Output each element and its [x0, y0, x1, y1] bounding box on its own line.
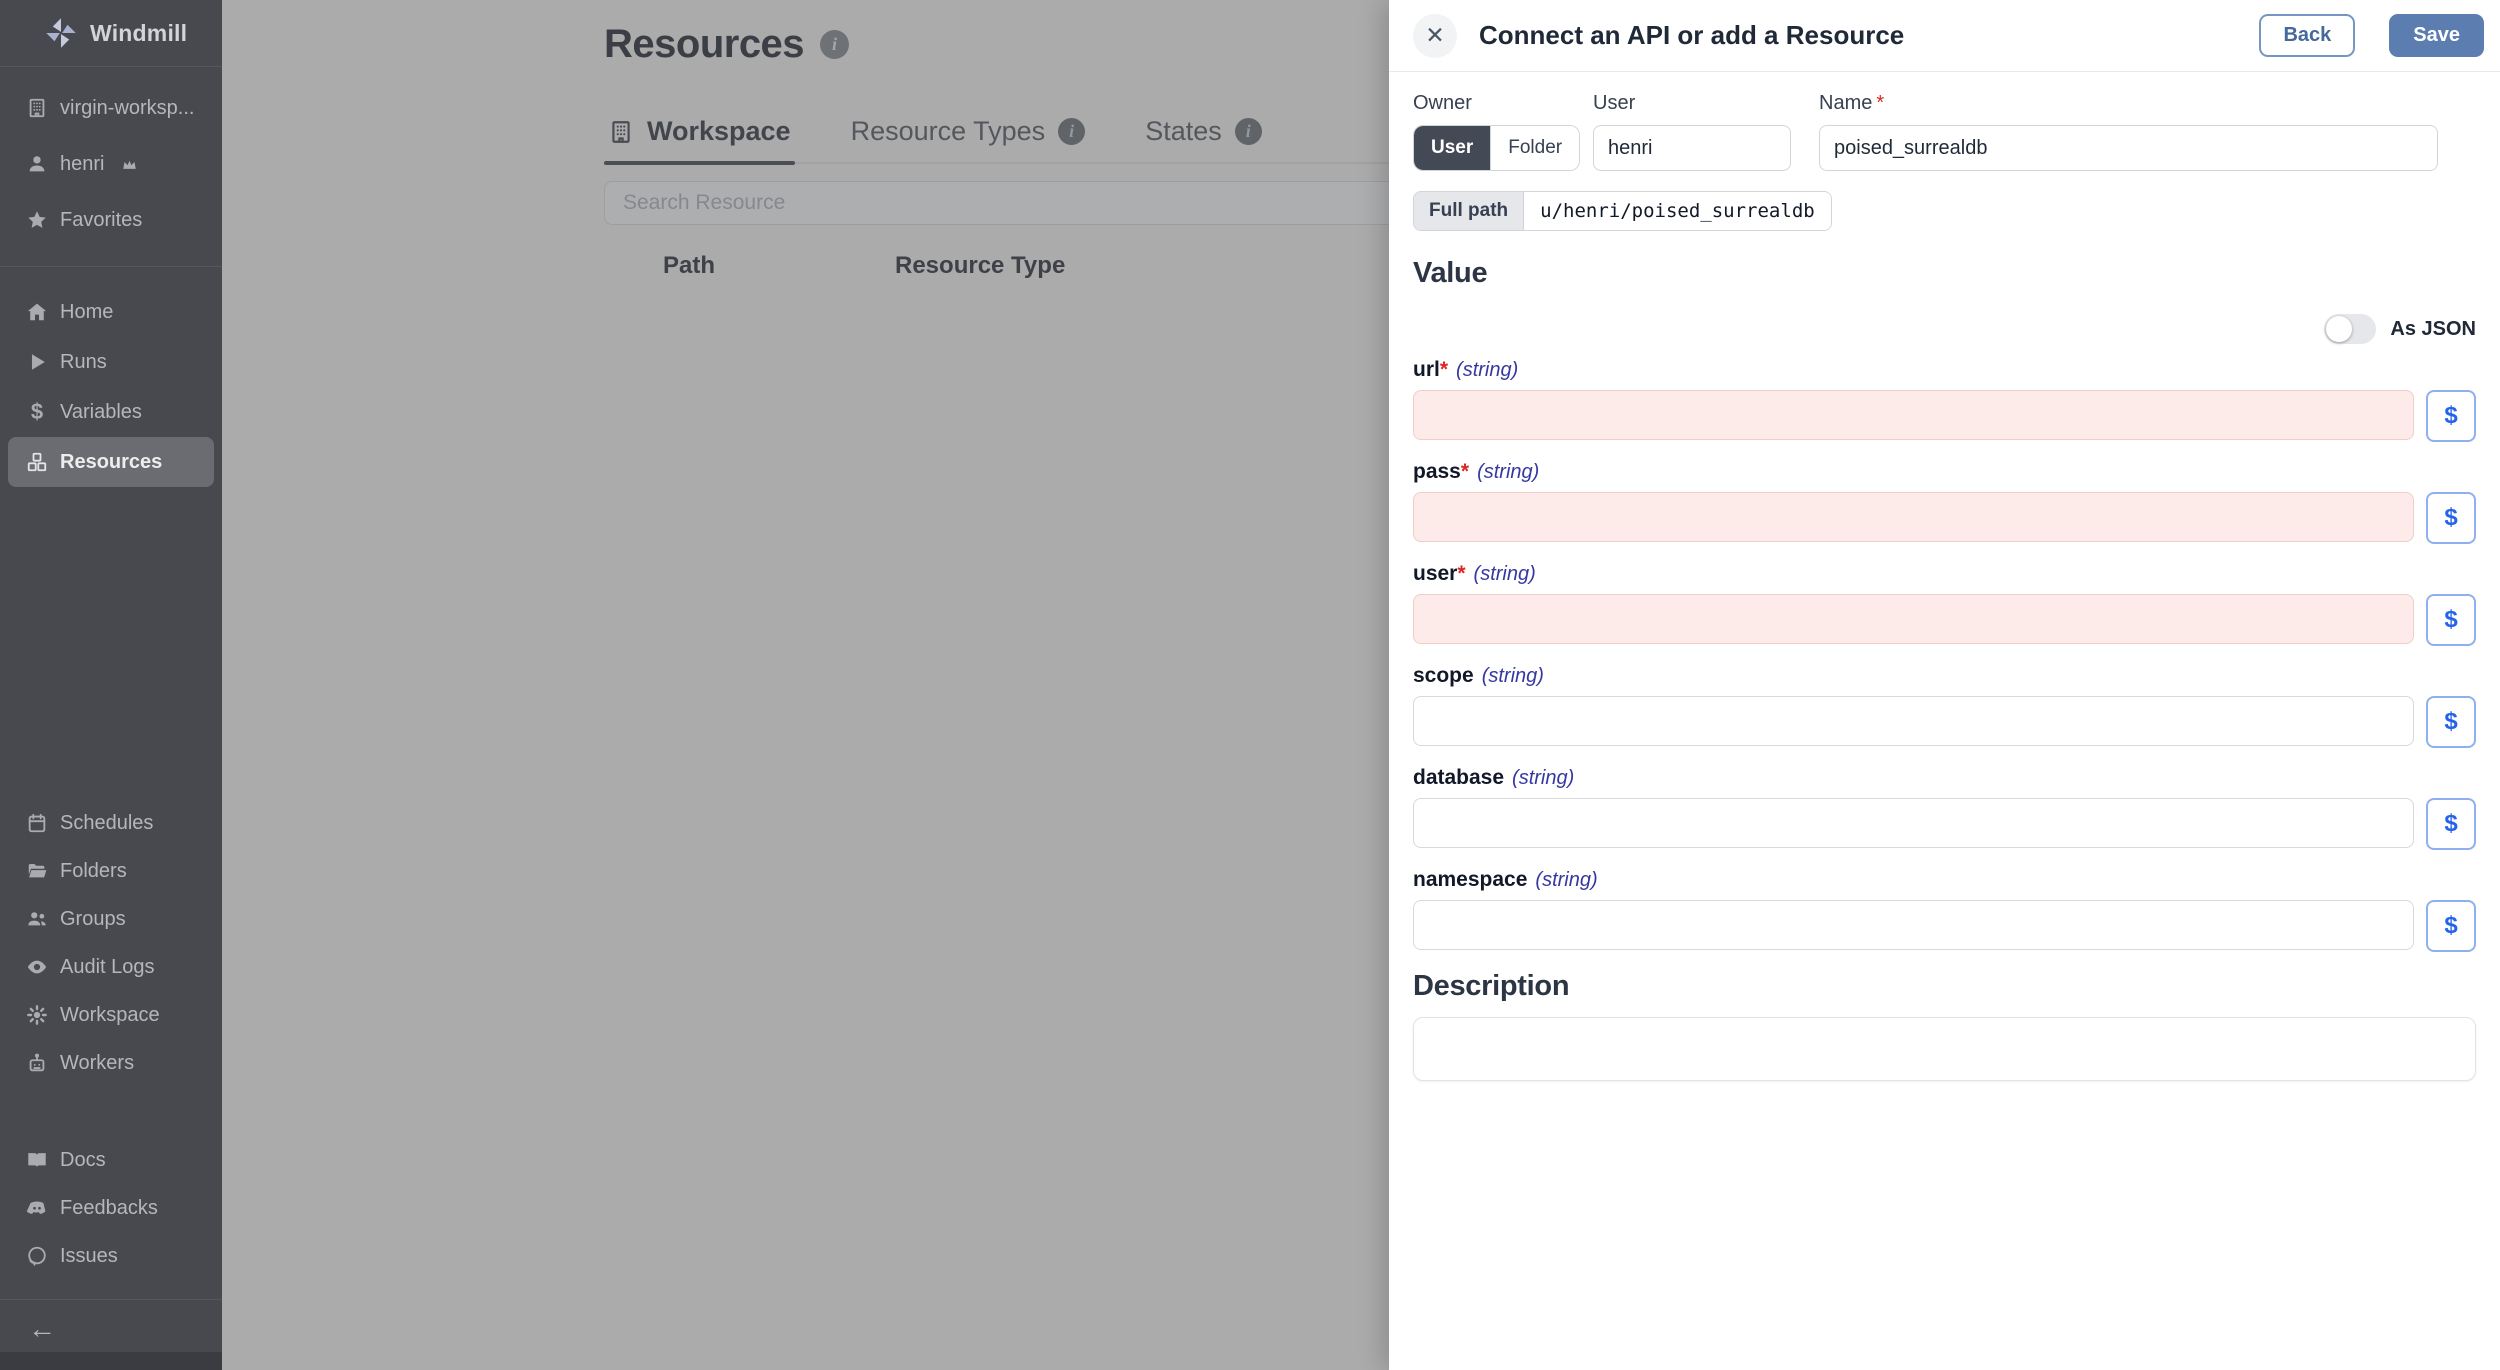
- database-input[interactable]: [1413, 798, 2414, 848]
- insert-variable-button[interactable]: $: [2426, 900, 2476, 952]
- required-asterisk: *: [1457, 562, 1466, 585]
- value-section-heading: Value: [1413, 257, 1488, 289]
- field-database: database (string) $: [1413, 766, 2476, 850]
- description-heading: Description: [1413, 970, 1570, 1002]
- required-asterisk: *: [1439, 358, 1449, 381]
- insert-variable-button[interactable]: $: [2426, 492, 2476, 544]
- full-path-display: Full path u/henri/poised_surrealdb: [1413, 191, 1832, 231]
- field-type-annotation: (string): [1535, 869, 1598, 891]
- namespace-input[interactable]: [1413, 900, 2414, 950]
- full-path-value: u/henri/poised_surrealdb: [1524, 192, 1831, 230]
- close-drawer-button[interactable]: ✕: [1413, 13, 1457, 58]
- save-button[interactable]: Save: [2389, 14, 2484, 57]
- add-resource-drawer: ✕ Connect an API or add a Resource Back …: [1389, 0, 2500, 1370]
- as-json-toggle[interactable]: [2324, 314, 2377, 344]
- required-asterisk: *: [1460, 460, 1470, 483]
- owner-option-folder[interactable]: Folder: [1490, 126, 1580, 170]
- owner-user-input[interactable]: [1593, 125, 1791, 171]
- insert-variable-button[interactable]: $: [2426, 594, 2476, 646]
- owner-label: Owner: [1413, 92, 1472, 114]
- owner-option-user[interactable]: User: [1414, 126, 1491, 170]
- back-button[interactable]: Back: [2259, 14, 2356, 57]
- resource-name-input[interactable]: [1819, 125, 2438, 171]
- insert-variable-button[interactable]: $: [2426, 798, 2476, 850]
- field-type-annotation: (string): [1477, 461, 1540, 483]
- name-label: Name *: [1819, 92, 1885, 114]
- insert-variable-button[interactable]: $: [2426, 696, 2476, 748]
- field-scope: scope (string) $: [1413, 664, 2476, 748]
- owner-toggle: User Folder: [1413, 125, 1581, 171]
- as-json-label: As JSON: [2390, 317, 2476, 340]
- required-asterisk: *: [1876, 92, 1885, 114]
- url-input[interactable]: [1413, 390, 2414, 440]
- drawer-title: Connect an API or add a Resource: [1479, 20, 1905, 50]
- field-namespace: namespace (string) $: [1413, 868, 2476, 952]
- field-type-annotation: (string): [1456, 359, 1519, 381]
- toggle-knob: [2326, 316, 2353, 342]
- field-type-annotation: (string): [1481, 665, 1544, 687]
- field-user: user* (string) $: [1413, 562, 2476, 646]
- field-type-annotation: (string): [1473, 563, 1536, 585]
- field-pass: pass* (string) $: [1413, 460, 2476, 544]
- user-label: User: [1593, 92, 1636, 114]
- field-type-annotation: (string): [1512, 767, 1575, 789]
- drawer-header: ✕ Connect an API or add a Resource Back …: [1389, 0, 2500, 72]
- pass-input[interactable]: [1413, 492, 2414, 542]
- user-input[interactable]: [1413, 594, 2414, 644]
- field-url: url* (string) $: [1413, 358, 2476, 442]
- close-icon: ✕: [1425, 22, 1445, 48]
- full-path-label: Full path: [1414, 192, 1525, 230]
- description-textarea[interactable]: [1413, 1017, 2476, 1081]
- scope-input[interactable]: [1413, 696, 2414, 746]
- insert-variable-button[interactable]: $: [2426, 390, 2476, 442]
